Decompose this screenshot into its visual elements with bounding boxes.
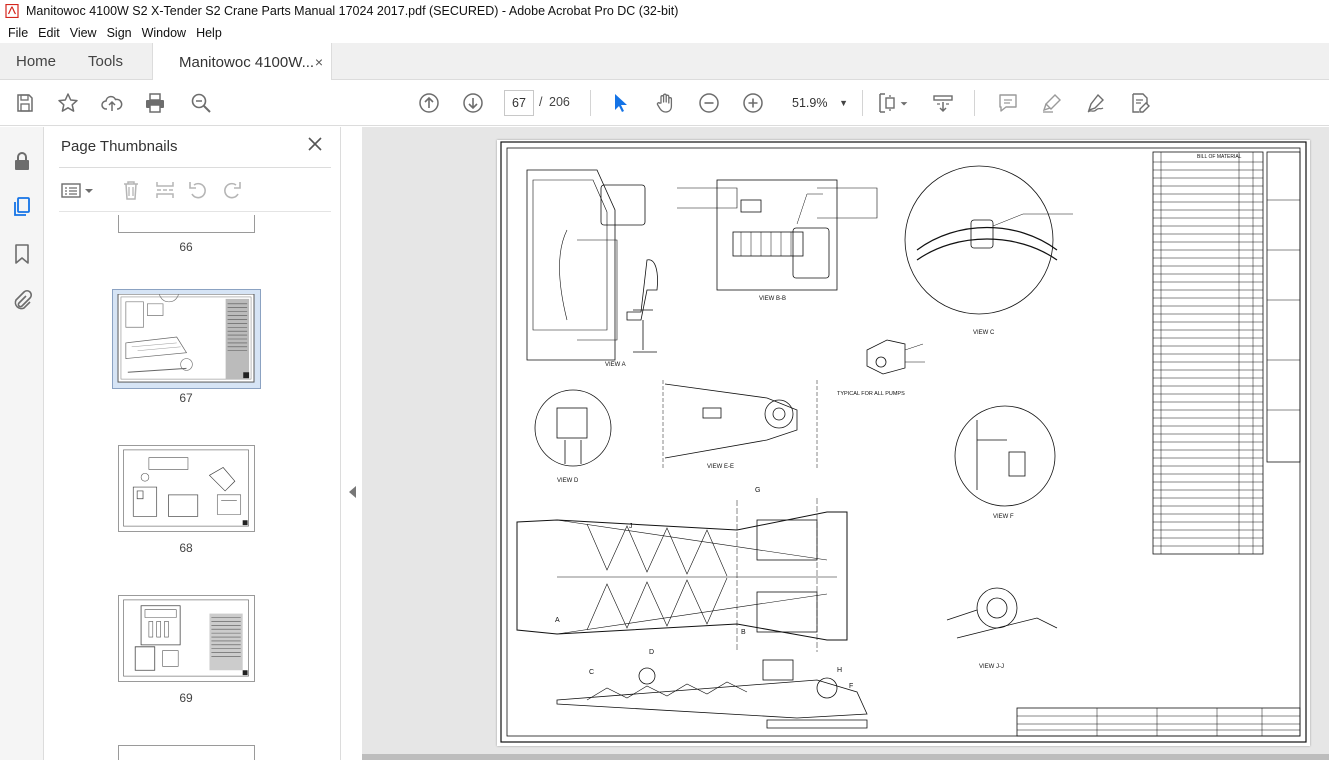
collapse-panel-icon[interactable]: [349, 486, 357, 498]
tab-home[interactable]: Home: [16, 43, 56, 80]
horizontal-scrollbar[interactable]: [362, 754, 1329, 760]
toolbar-divider: [974, 90, 975, 116]
section-letter-b: B: [741, 629, 746, 636]
page-number-input[interactable]: 67: [504, 90, 534, 116]
rotate-counterclockwise-icon[interactable]: [187, 179, 209, 201]
save-icon[interactable]: [13, 91, 37, 115]
menu-file[interactable]: File: [3, 26, 33, 40]
page-thumbnail-66[interactable]: [118, 215, 255, 233]
panel-divider: [59, 167, 331, 168]
zoom-level-select[interactable]: 51.9% ▼: [784, 90, 856, 116]
print-icon[interactable]: [143, 91, 167, 115]
main-toolbar: 67 / 206 51.9% ▼: [0, 80, 1329, 126]
zoom-out-icon[interactable]: [697, 91, 721, 115]
menu-edit[interactable]: Edit: [33, 26, 65, 40]
pumps-note: TYPICAL FOR ALL PUMPS: [837, 391, 905, 397]
section-letter-c: C: [589, 669, 594, 676]
menu-window[interactable]: Window: [137, 26, 191, 40]
bom-title: BILL OF MATERIAL: [1197, 154, 1242, 160]
left-rail: [0, 127, 44, 760]
page-fit-icon[interactable]: [876, 91, 900, 115]
section-letter-g: G: [755, 487, 760, 494]
highlight-pen-icon[interactable]: [1040, 91, 1064, 115]
extract-page-icon[interactable]: [154, 179, 176, 201]
menu-bar: File Edit View Sign Window Help: [0, 22, 1329, 43]
engineering-drawing: BILL OF MATERIAL VIEW A VIEW B-B VIEW C …: [500, 141, 1307, 743]
comment-icon[interactable]: [996, 91, 1020, 115]
section-letter-f: F: [849, 683, 853, 690]
window-title: Manitowoc 4100W S2 X-Tender S2 Crane Par…: [26, 4, 679, 18]
menu-view[interactable]: View: [65, 26, 102, 40]
select-cursor-icon[interactable]: [608, 91, 632, 115]
bookmark-star-icon[interactable]: [56, 91, 80, 115]
rotate-clockwise-icon[interactable]: [221, 179, 243, 201]
zoom-level-value: 51.9%: [792, 96, 828, 110]
page-thumbnail-68[interactable]: [118, 445, 255, 532]
section-letter-a: A: [555, 617, 560, 624]
upload-cloud-icon[interactable]: [100, 91, 124, 115]
tab-document[interactable]: Manitowoc 4100W... ×: [152, 43, 332, 81]
pdf-page: BILL OF MATERIAL VIEW A VIEW B-B VIEW C …: [497, 140, 1310, 746]
tab-document-label: Manitowoc 4100W...: [179, 53, 315, 71]
page-thumbnail-69[interactable]: [118, 595, 255, 682]
view-c-label: VIEW C: [973, 330, 995, 336]
page-thumbnail-68-preview: [123, 449, 249, 527]
attachment-icon[interactable]: [11, 289, 33, 311]
tab-bar: Home Tools Manitowoc 4100W... ×: [0, 43, 1329, 81]
close-panel-icon[interactable]: [307, 136, 323, 152]
page-thumbnail-69-preview: [123, 599, 249, 677]
thumbnail-options-icon[interactable]: [60, 179, 96, 201]
view-f-label: VIEW F: [993, 514, 1014, 520]
hand-tool-icon[interactable]: [653, 91, 677, 115]
page-thumbnail-67-selected[interactable]: [112, 289, 261, 389]
tab-tools[interactable]: Tools: [88, 43, 123, 80]
page-thumbnail-label: 69: [179, 691, 193, 705]
view-d-label: VIEW D: [557, 478, 579, 484]
page-thumbnail-label: 66: [179, 240, 193, 254]
thumbnails-panel-title: Page Thumbnails: [61, 138, 178, 155]
thumbnails-panel: Page Thumbnails 66 67 68 69: [45, 127, 341, 760]
edit-pdf-icon[interactable]: [1128, 91, 1152, 115]
section-letter-h: H: [837, 667, 842, 674]
page-thumbnail-70[interactable]: [118, 745, 255, 760]
page-thumbnails-icon[interactable]: [11, 196, 33, 218]
page-thumbnail-label: 68: [179, 541, 193, 555]
total-pages: 206: [549, 95, 570, 109]
page-thumbnail-label: 67: [179, 391, 193, 405]
view-e-e-label: VIEW E-E: [707, 464, 734, 470]
menu-sign[interactable]: Sign: [102, 26, 137, 40]
lock-icon[interactable]: [11, 150, 33, 172]
section-letter-d: D: [649, 649, 654, 656]
page-separator: /: [539, 95, 543, 109]
view-j-j-label: VIEW J-J: [979, 664, 1004, 670]
scrolling-mode-icon[interactable]: [931, 91, 955, 115]
page-thumbnail-67-preview: [117, 294, 255, 383]
panel-divider: [59, 211, 331, 212]
title-bar: Manitowoc 4100W S2 X-Tender S2 Crane Par…: [0, 0, 1329, 22]
page-fit-dropdown-icon[interactable]: [898, 91, 910, 115]
acrobat-app-icon: [5, 4, 19, 18]
tab-close-icon[interactable]: ×: [315, 54, 323, 70]
view-b-b-label: VIEW B-B: [759, 296, 786, 302]
fill-sign-icon[interactable]: [1084, 91, 1108, 115]
zoom-in-icon[interactable]: [741, 91, 765, 115]
view-a-label: VIEW A: [605, 362, 626, 368]
toolbar-divider: [862, 90, 863, 116]
zoom-dropdown-icon: ▼: [839, 98, 848, 108]
previous-page-icon[interactable]: [417, 91, 441, 115]
bookmark-icon[interactable]: [11, 243, 33, 265]
delete-page-icon[interactable]: [120, 179, 142, 201]
toolbar-divider: [590, 90, 591, 116]
search-zoom-icon[interactable]: [189, 91, 213, 115]
next-page-icon[interactable]: [461, 91, 485, 115]
menu-help[interactable]: Help: [191, 26, 227, 40]
section-letter-j: J: [629, 523, 633, 530]
